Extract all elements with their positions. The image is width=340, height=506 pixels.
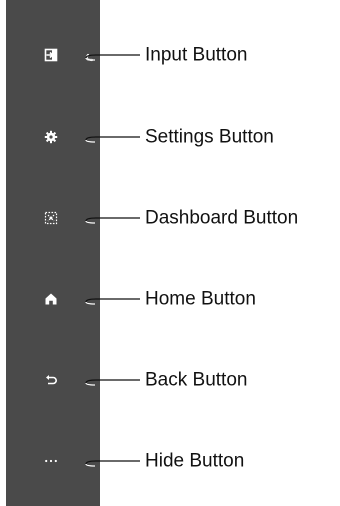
dashboard-icon[interactable] xyxy=(44,211,58,225)
callout-label-back: Back Button xyxy=(145,369,248,391)
input-icon[interactable] xyxy=(44,48,58,62)
side-toolbar xyxy=(6,0,100,506)
callout-label-hide: Hide Button xyxy=(145,450,245,472)
more-icon[interactable] xyxy=(44,454,58,468)
gear-icon[interactable] xyxy=(44,130,58,144)
home-icon[interactable] xyxy=(44,292,58,306)
callout-label-home: Home Button xyxy=(145,288,256,310)
callout-diagram: Input Button Settings Button Dashboard B… xyxy=(0,0,340,506)
back-icon[interactable] xyxy=(44,373,58,387)
callout-label-dashboard: Dashboard Button xyxy=(145,207,299,229)
callout-label-settings: Settings Button xyxy=(145,126,274,148)
callout-label-input: Input Button xyxy=(145,44,248,66)
